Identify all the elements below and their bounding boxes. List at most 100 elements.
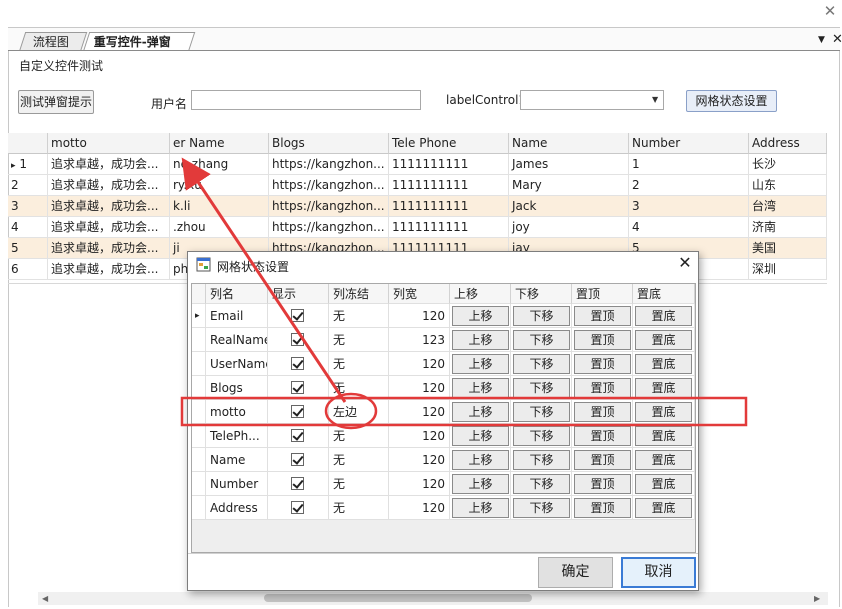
cell-address[interactable]: 长沙 xyxy=(749,154,827,175)
move-down-button[interactable]: 下移 xyxy=(513,450,570,470)
move-to-top-button[interactable]: 置顶 xyxy=(574,450,631,470)
table-row[interactable]: 3 追求卓越，成功会... k.li https://kangzhon... 1… xyxy=(8,196,827,217)
setting-width[interactable]: 120 xyxy=(389,424,450,448)
move-up-button[interactable]: 上移 xyxy=(452,306,509,326)
setting-column-name[interactable]: Email xyxy=(206,304,268,328)
move-down-button[interactable]: 下移 xyxy=(513,354,570,374)
move-to-top-button[interactable]: 置顶 xyxy=(574,498,631,518)
column-settings-grid[interactable]: 列名 显示 列冻结 列宽 上移 下移 置顶 置底 ▸ Email 无 120 上… xyxy=(191,283,696,553)
grid-header-name[interactable]: Name xyxy=(509,133,629,154)
cell-address[interactable]: 台湾 xyxy=(749,196,827,217)
setting-freeze[interactable]: 无 xyxy=(329,304,389,328)
cell-motto[interactable]: 追求卓越，成功会... xyxy=(48,154,170,175)
visible-checkbox[interactable] xyxy=(291,405,304,418)
dialog-close-icon[interactable]: ✕ xyxy=(677,255,693,271)
move-down-button[interactable]: 下移 xyxy=(513,402,570,422)
move-to-top-button[interactable]: 置顶 xyxy=(574,354,631,374)
list-item[interactable]: Blogs 无 120 上移 下移 置顶 置底 xyxy=(192,376,695,400)
scrollbar-thumb[interactable] xyxy=(264,594,532,602)
cell-name[interactable]: James xyxy=(509,154,629,175)
scroll-right-icon[interactable]: ▶ xyxy=(814,593,824,604)
cell-address[interactable]: 深圳 xyxy=(749,259,827,280)
move-to-top-button[interactable]: 置顶 xyxy=(574,402,631,422)
move-to-bottom-button[interactable]: 置底 xyxy=(635,474,692,494)
table-row[interactable]: 2 追求卓越，成功会... ry.xu https://kangzhon... … xyxy=(8,175,827,196)
setting-width[interactable]: 123 xyxy=(389,328,450,352)
setting-width[interactable]: 120 xyxy=(389,352,450,376)
setting-visible-cell[interactable] xyxy=(268,424,329,448)
username-input[interactable] xyxy=(191,90,421,110)
cell-blogs[interactable]: https://kangzhon... xyxy=(269,175,389,196)
popup-test-button[interactable]: 测试弹窗提示 xyxy=(18,90,94,114)
setting-freeze[interactable]: 无 xyxy=(329,448,389,472)
cell-telephone[interactable]: 1111111111 xyxy=(389,217,509,238)
setting-visible-cell[interactable] xyxy=(268,376,329,400)
list-item[interactable]: motto 左边 120 上移 下移 置顶 置底 xyxy=(192,400,695,424)
setting-visible-cell[interactable] xyxy=(268,328,329,352)
tab-flowchart[interactable]: 流程图 xyxy=(18,32,88,52)
visible-checkbox[interactable] xyxy=(291,381,304,394)
cell-username[interactable]: k.li xyxy=(170,196,269,217)
row-header[interactable]: 5 xyxy=(8,238,48,259)
setting-column-name[interactable]: Name xyxy=(206,448,268,472)
move-to-bottom-button[interactable]: 置底 xyxy=(635,306,692,326)
grid-header-number[interactable]: Number xyxy=(629,133,749,154)
setting-width[interactable]: 120 xyxy=(389,376,450,400)
setting-column-name[interactable]: motto xyxy=(206,400,268,424)
move-up-button[interactable]: 上移 xyxy=(452,330,509,350)
tab-popup-controls[interactable]: 重写控件-弹窗类 xyxy=(82,32,196,68)
row-header[interactable]: 3 xyxy=(8,196,48,217)
setting-visible-cell[interactable] xyxy=(268,352,329,376)
move-to-bottom-button[interactable]: 置底 xyxy=(635,378,692,398)
setting-width[interactable]: 120 xyxy=(389,472,450,496)
visible-checkbox[interactable] xyxy=(291,333,304,346)
cell-telephone[interactable]: 1111111111 xyxy=(389,196,509,217)
grid-header-blogs[interactable]: Blogs xyxy=(269,133,389,154)
row-header[interactable]: ▸ 1 xyxy=(8,154,48,175)
cell-telephone[interactable]: 1111111111 xyxy=(389,154,509,175)
move-to-top-button[interactable]: 置顶 xyxy=(574,330,631,350)
visible-checkbox[interactable] xyxy=(291,501,304,514)
cell-address[interactable]: 山东 xyxy=(749,175,827,196)
visible-checkbox[interactable] xyxy=(291,453,304,466)
cell-address[interactable]: 济南 xyxy=(749,217,827,238)
setting-column-name[interactable]: RealName xyxy=(206,328,268,352)
list-item[interactable]: Name 无 120 上移 下移 置顶 置底 xyxy=(192,448,695,472)
move-down-button[interactable]: 下移 xyxy=(513,330,570,350)
setting-width[interactable]: 120 xyxy=(389,304,450,328)
cell-motto[interactable]: 追求卓越，成功会... xyxy=(48,196,170,217)
ok-button[interactable]: 确定 xyxy=(538,557,613,588)
cell-blogs[interactable]: https://kangzhon... xyxy=(269,217,389,238)
tab-close-icon[interactable]: ✕ xyxy=(832,33,842,47)
setting-freeze[interactable]: 无 xyxy=(329,328,389,352)
setting-freeze[interactable]: 左边 xyxy=(329,400,389,424)
list-item[interactable]: Number 无 120 上移 下移 置顶 置底 xyxy=(192,472,695,496)
move-down-button[interactable]: 下移 xyxy=(513,426,570,446)
cell-number[interactable]: 1 xyxy=(629,154,749,175)
setting-width[interactable]: 120 xyxy=(389,400,450,424)
setting-visible-cell[interactable] xyxy=(268,496,329,520)
cell-motto[interactable]: 追求卓越，成功会... xyxy=(48,175,170,196)
cell-motto[interactable]: 追求卓越，成功会... xyxy=(48,217,170,238)
list-item[interactable]: UserName 无 120 上移 下移 置顶 置底 xyxy=(192,352,695,376)
setting-column-name[interactable]: Number xyxy=(206,472,268,496)
setting-visible-cell[interactable] xyxy=(268,472,329,496)
cell-name[interactable]: joy xyxy=(509,217,629,238)
setting-column-name[interactable]: Address xyxy=(206,496,268,520)
setting-width[interactable]: 120 xyxy=(389,448,450,472)
combo-select[interactable]: ▼ xyxy=(520,90,664,110)
move-to-bottom-button[interactable]: 置底 xyxy=(635,426,692,446)
cell-name[interactable]: Mary xyxy=(509,175,629,196)
cell-blogs[interactable]: https://kangzhon... xyxy=(269,196,389,217)
move-down-button[interactable]: 下移 xyxy=(513,306,570,326)
setting-freeze[interactable]: 无 xyxy=(329,472,389,496)
setting-column-name[interactable]: TelePh... xyxy=(206,424,268,448)
move-to-top-button[interactable]: 置顶 xyxy=(574,474,631,494)
window-close-icon[interactable]: ✕ xyxy=(822,3,838,19)
move-up-button[interactable]: 上移 xyxy=(452,426,509,446)
cancel-button[interactable]: 取消 xyxy=(621,557,696,588)
grid-header-username[interactable]: er Name xyxy=(170,133,269,154)
cell-name[interactable]: Jack xyxy=(509,196,629,217)
setting-freeze[interactable]: 无 xyxy=(329,352,389,376)
move-to-top-button[interactable]: 置顶 xyxy=(574,306,631,326)
